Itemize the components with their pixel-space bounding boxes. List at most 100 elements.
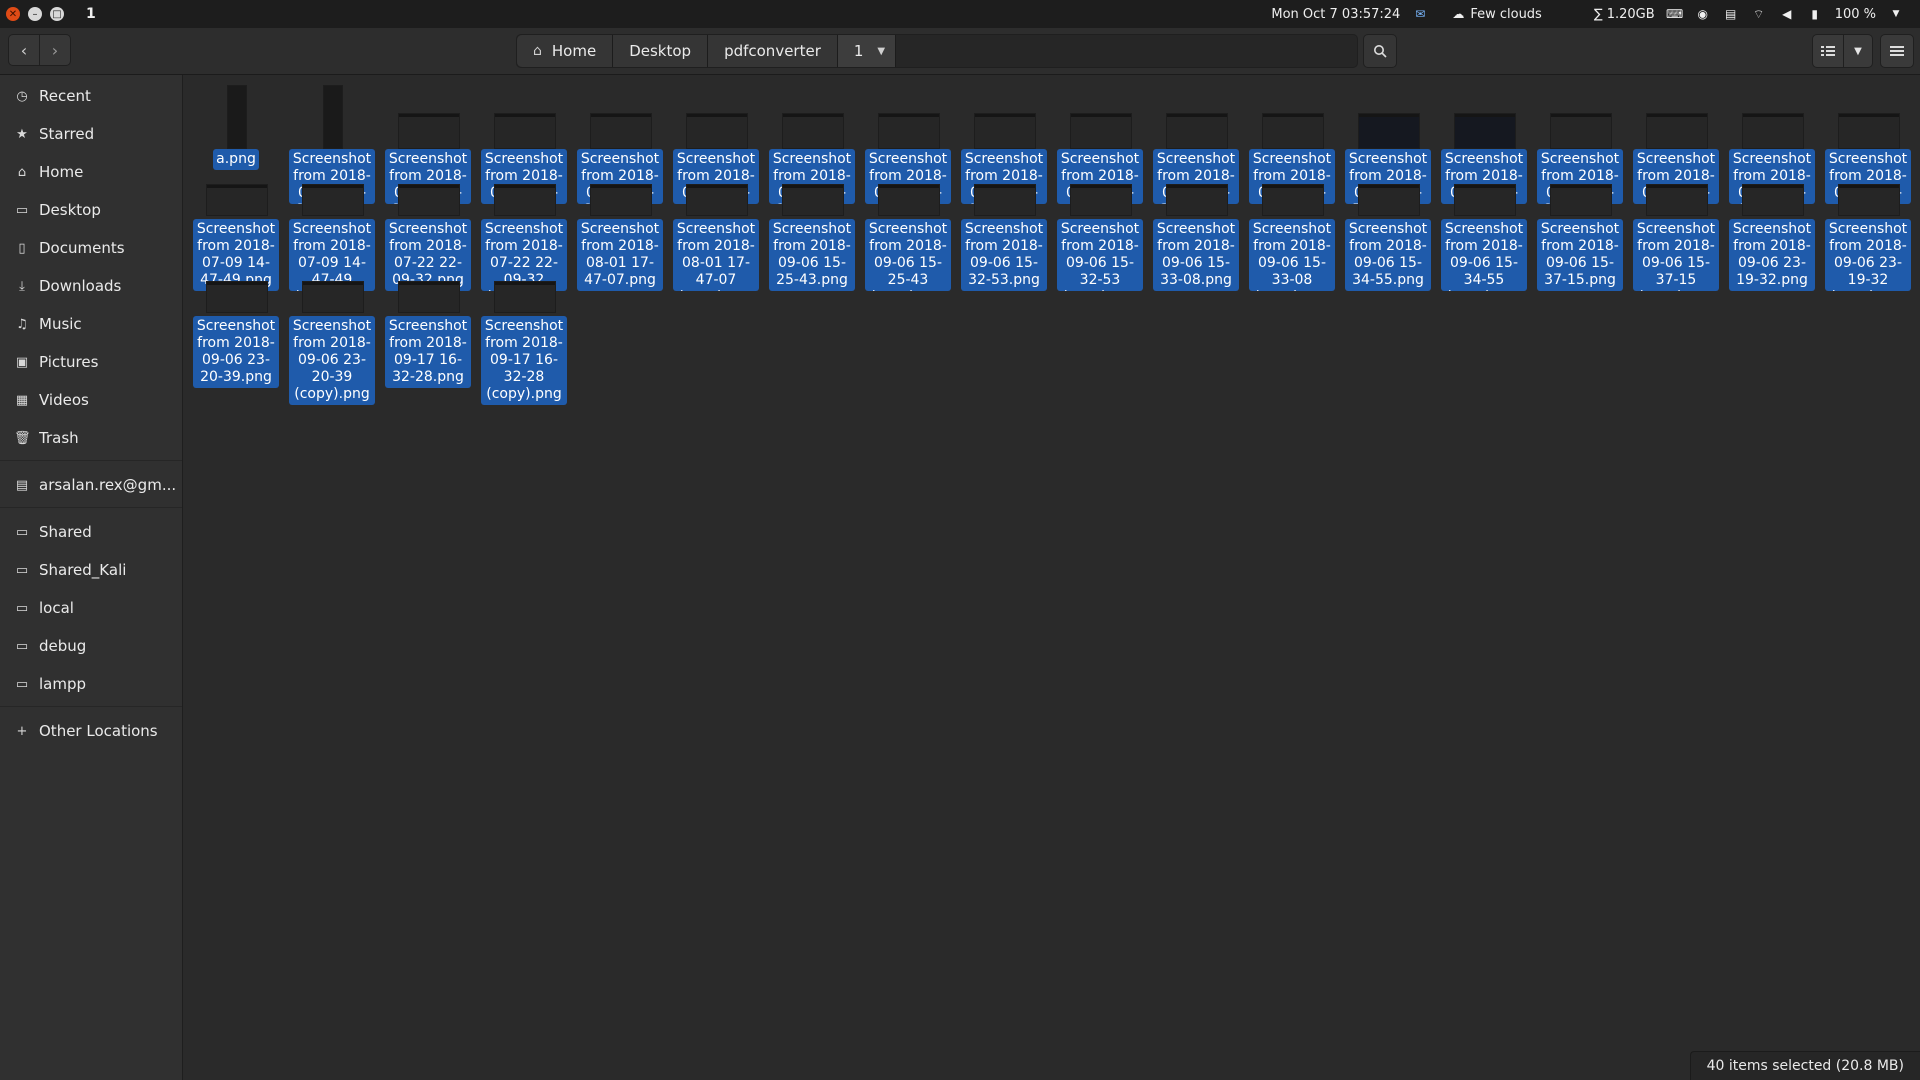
sidebar-item-debug[interactable]: ▭ debug: [0, 630, 182, 662]
breadcrumb-pdfconverter[interactable]: pdfconverter: [708, 35, 838, 67]
file-thumbnail: [1838, 113, 1900, 149]
battery-icon[interactable]: ▮: [1807, 7, 1823, 21]
hamburger-menu-icon: [1890, 46, 1904, 56]
back-button[interactable]: ‹: [8, 34, 40, 66]
sidebar-item-downloads[interactable]: ⤓ Downloads: [0, 270, 182, 302]
file-thumbnail: [590, 113, 652, 149]
file-name: Screenshot from 2018-09-06 15-34-55.png: [1345, 219, 1431, 291]
sidebar-item-pictures[interactable]: ▣ Pictures: [0, 346, 182, 378]
view-options-button[interactable]: ▼: [1843, 34, 1873, 68]
keyboard-icon[interactable]: ⌨: [1666, 7, 1683, 21]
sidebar-item-label: Downloads: [39, 277, 122, 295]
list-view-button[interactable]: [1812, 34, 1844, 68]
sidebar-item-recent[interactable]: ◷ Recent: [0, 80, 182, 112]
forward-button[interactable]: ›: [39, 34, 71, 66]
workspace-indicator[interactable]: 1: [86, 6, 96, 22]
battery-percentage[interactable]: 100 %: [1835, 7, 1876, 22]
file-thumbnail: [494, 184, 556, 216]
selection-status: 40 items selected (20.8 MB): [1689, 1051, 1920, 1080]
home-icon: ⌂: [17, 164, 27, 180]
sidebar-item-other-locations[interactable]: + Other Locations: [0, 715, 182, 747]
file-thumbnail: [974, 113, 1036, 149]
file-name: Screenshot from 2018-09-17 16-32-28 (cop…: [481, 316, 567, 405]
file-thumbnail: [1646, 113, 1708, 149]
file-name: Screenshot from 2018-09-06 15-32-53.png: [961, 219, 1047, 291]
weather-status[interactable]: Few clouds: [1470, 7, 1542, 22]
file-thumbnail: [1646, 184, 1708, 216]
sidebar-item-local[interactable]: ▭ local: [0, 592, 182, 624]
sidebar-item-label: Shared_Kali: [39, 561, 127, 579]
file-thumbnail: [1262, 113, 1324, 149]
sidebar-item-shared-kali[interactable]: ▭ Shared_Kali: [0, 554, 182, 586]
file-name: Screenshot from 2018-09-06 15-25-43 (cop…: [865, 219, 951, 291]
sidebar-item-label: Recent: [39, 87, 91, 105]
file-thumbnail: [878, 113, 940, 149]
menu-button[interactable]: [1880, 34, 1914, 68]
breadcrumb-current[interactable]: 1 ▼: [837, 35, 897, 67]
file-name: Screenshot from 2018-09-06 15-37-15.png: [1537, 219, 1623, 291]
close-window-button[interactable]: ✕: [6, 7, 20, 21]
clock[interactable]: Mon Oct 7 03:57:24: [1271, 7, 1400, 22]
star-icon: ★: [16, 126, 28, 142]
sidebar-item-label: lampp: [39, 675, 87, 693]
sidebar-item-trash[interactable]: 🗑︎ Trash: [0, 422, 182, 454]
file-thumbnail: [398, 184, 460, 216]
sidebar-item-music[interactable]: ♫ Music: [0, 308, 182, 340]
sidebar-item-label: Music: [39, 315, 82, 333]
volume-icon[interactable]: ◀: [1779, 7, 1795, 21]
file-name: Screenshot from 2018-09-06 15-33-08 (cop…: [1249, 219, 1335, 291]
sidebar-item-label: Pictures: [39, 353, 99, 371]
sidebar-item-starred[interactable]: ★ Starred: [0, 118, 182, 150]
breadcrumb-label: 1: [853, 42, 864, 60]
plus-icon: +: [16, 723, 28, 739]
sidebar-separator: [0, 507, 182, 508]
file-thumbnail: [494, 281, 556, 313]
clipboard-icon[interactable]: ▤: [1723, 7, 1739, 21]
file-thumbnail: [1262, 184, 1324, 216]
folder-icon: ▭: [15, 600, 29, 616]
search-icon: [1374, 45, 1387, 58]
file-thumbnail: [1454, 184, 1516, 216]
file-name: Screenshot from 2018-08-01 17-47-07.png: [577, 219, 663, 291]
sidebar-item-documents[interactable]: ▯ Documents: [0, 232, 182, 264]
file-name: Screenshot from 2018-09-06 15-37-15 (cop…: [1633, 219, 1719, 291]
steam-icon[interactable]: ◉: [1695, 7, 1711, 21]
file-thumbnail: [878, 184, 940, 216]
sidebar-item-label: debug: [39, 637, 87, 655]
sidebar-item-online-account[interactable]: ▤ arsalan.rex@gm...: [0, 469, 182, 501]
file-thumbnail: [206, 184, 268, 216]
file-name: Screenshot from 2018-09-06 23-20-39.png: [193, 316, 279, 388]
sidebar-item-lampp[interactable]: ▭ lampp: [0, 668, 182, 700]
music-icon: ♫: [16, 316, 28, 332]
sidebar-item-label: Home: [39, 163, 84, 181]
trash-icon: 🗑︎: [14, 430, 31, 446]
sidebar-item-label: Videos: [39, 391, 89, 409]
file-thumbnail: [1550, 113, 1612, 149]
maximize-window-button[interactable]: □: [50, 7, 64, 21]
file-name: Screenshot from 2018-09-06 15-32-53 (cop…: [1057, 219, 1143, 291]
file-thumbnail: [302, 281, 364, 313]
chevron-down-icon: ▼: [1854, 45, 1862, 57]
wifi-icon[interactable]: ⌔: [1751, 7, 1767, 21]
file-thumbnail: [323, 85, 343, 149]
minimize-window-button[interactable]: –: [28, 7, 42, 21]
sidebar-item-shared[interactable]: ▭ Shared: [0, 516, 182, 548]
sidebar-item-home[interactable]: ⌂ Home: [0, 156, 182, 188]
chevron-down-icon[interactable]: ▼: [877, 46, 885, 57]
file-thumbnail: [1742, 184, 1804, 216]
mail-icon[interactable]: ✉: [1412, 7, 1428, 21]
file-name: Screenshot from 2018-09-06 23-19-32 (cop…: [1825, 219, 1911, 291]
file-thumbnail: [590, 184, 652, 216]
chevron-right-icon: ›: [51, 40, 59, 60]
breadcrumb-label: Desktop: [629, 42, 692, 60]
list-view-icon: [1821, 46, 1835, 56]
breadcrumb-desktop[interactable]: Desktop: [613, 35, 709, 67]
file-thumbnail: [1166, 113, 1228, 149]
memory-usage[interactable]: ∑ 1.20GB: [1594, 7, 1655, 22]
breadcrumb-home[interactable]: ⌂ Home: [517, 35, 614, 67]
chevron-down-icon[interactable]: ▼: [1888, 7, 1904, 21]
search-button[interactable]: [1363, 34, 1397, 68]
sidebar-item-desktop[interactable]: ▭ Desktop: [0, 194, 182, 226]
file-grid: a.pngScreenshot from 2018-03-26 19-26-48…: [183, 75, 1920, 1080]
sidebar-item-videos[interactable]: ▦ Videos: [0, 384, 182, 416]
